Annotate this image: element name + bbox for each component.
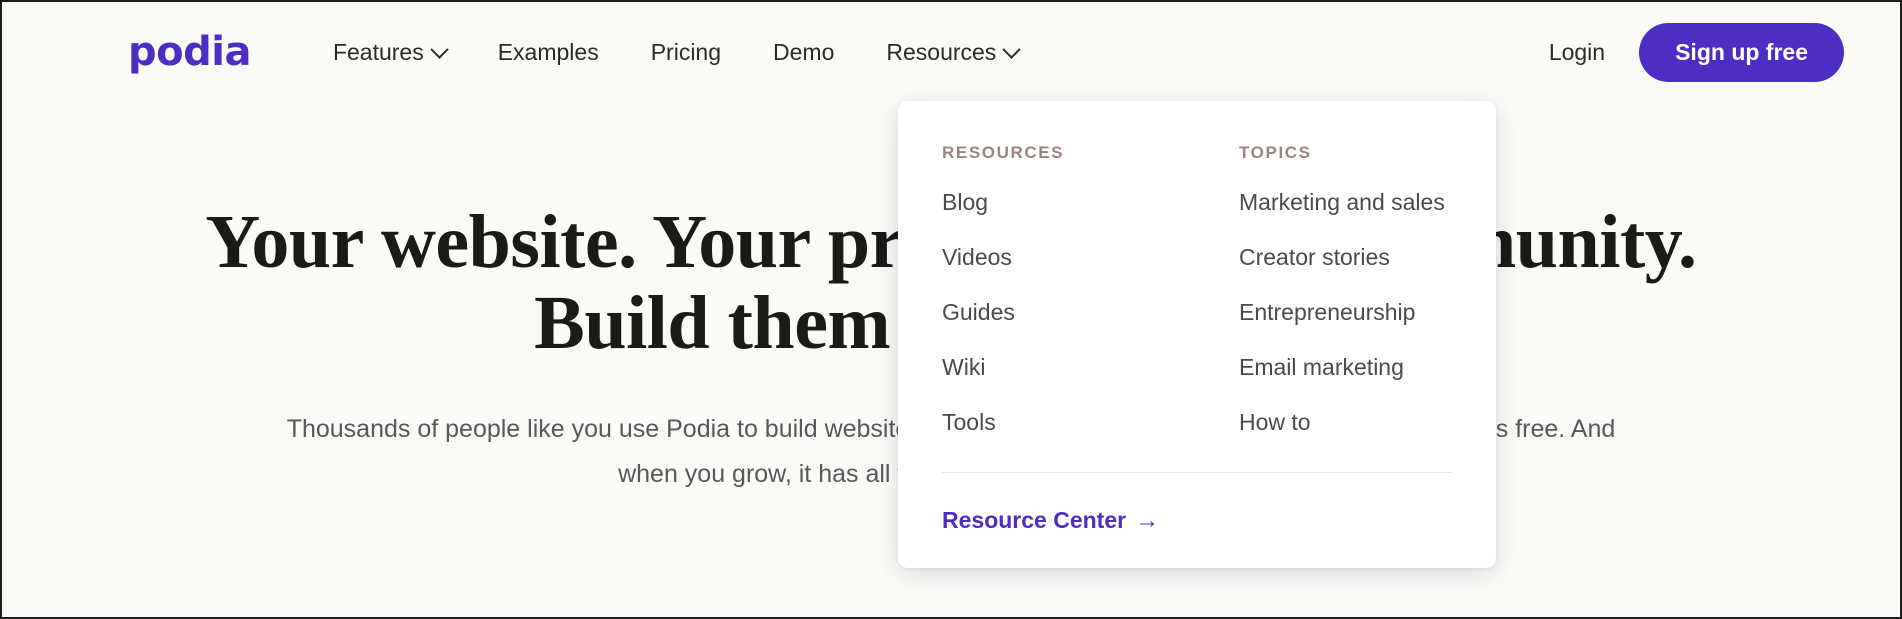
dropdown-column-resources: RESOURCES Blog Videos Guides Wiki Tools — [942, 143, 1197, 436]
primary-nav: Features Examples Pricing Demo Resources — [307, 31, 1044, 74]
nav-item-label: Pricing — [650, 38, 722, 65]
dropdown-column-heading: TOPICS — [1239, 143, 1312, 162]
arrow-right-icon: → — [1135, 506, 1160, 534]
chevron-down-icon — [430, 39, 449, 59]
dropdown-columns: RESOURCES Blog Videos Guides Wiki Tools … — [942, 143, 1452, 436]
chevron-down-icon — [1002, 39, 1022, 59]
dropdown-item-wiki[interactable]: Wiki — [942, 354, 1197, 381]
dropdown-column-heading: RESOURCES — [942, 143, 1065, 162]
dropdown-footer: Resource Center → — [942, 473, 1452, 534]
dropdown-item-how-to[interactable]: How to — [1239, 409, 1452, 436]
resources-dropdown-panel: RESOURCES Blog Videos Guides Wiki Tools … — [898, 101, 1496, 568]
dropdown-item-videos[interactable]: Videos — [942, 244, 1197, 271]
dropdown-item-blog[interactable]: Blog — [942, 189, 1197, 216]
page-root: podia Features Examples Pricing Demo Res… — [2, 2, 1900, 617]
podia-logo[interactable]: podia — [128, 32, 251, 72]
nav-item-label: Resources — [886, 38, 997, 65]
site-header: podia Features Examples Pricing Demo Res… — [2, 2, 1900, 102]
nav-item-label: Examples — [497, 38, 599, 65]
dropdown-item-entrepreneurship[interactable]: Entrepreneurship — [1239, 299, 1452, 326]
resource-center-link[interactable]: Resource Center → — [942, 507, 1159, 534]
nav-item-demo[interactable]: Demo — [747, 31, 860, 74]
dropdown-item-creator-stories[interactable]: Creator stories — [1239, 244, 1452, 271]
dropdown-item-marketing-and-sales[interactable]: Marketing and sales — [1239, 189, 1452, 216]
nav-item-resources[interactable]: Resources — [860, 31, 1044, 74]
nav-item-label: Demo — [773, 38, 835, 65]
dropdown-column-topics: TOPICS Marketing and sales Creator stori… — [1197, 143, 1452, 436]
dropdown-item-email-marketing[interactable]: Email marketing — [1239, 354, 1452, 381]
login-link[interactable]: Login — [1549, 39, 1605, 66]
nav-item-pricing[interactable]: Pricing — [625, 31, 747, 74]
dropdown-item-guides[interactable]: Guides — [942, 299, 1197, 326]
sign-up-free-button[interactable]: Sign up free — [1639, 22, 1844, 82]
nav-item-label: Features — [332, 38, 424, 65]
nav-item-features[interactable]: Features — [307, 31, 472, 74]
nav-item-examples[interactable]: Examples — [472, 31, 625, 74]
header-actions: Login Sign up free — [1549, 22, 1844, 82]
dropdown-item-tools[interactable]: Tools — [942, 409, 1197, 436]
resource-center-label: Resource Center — [942, 507, 1127, 533]
